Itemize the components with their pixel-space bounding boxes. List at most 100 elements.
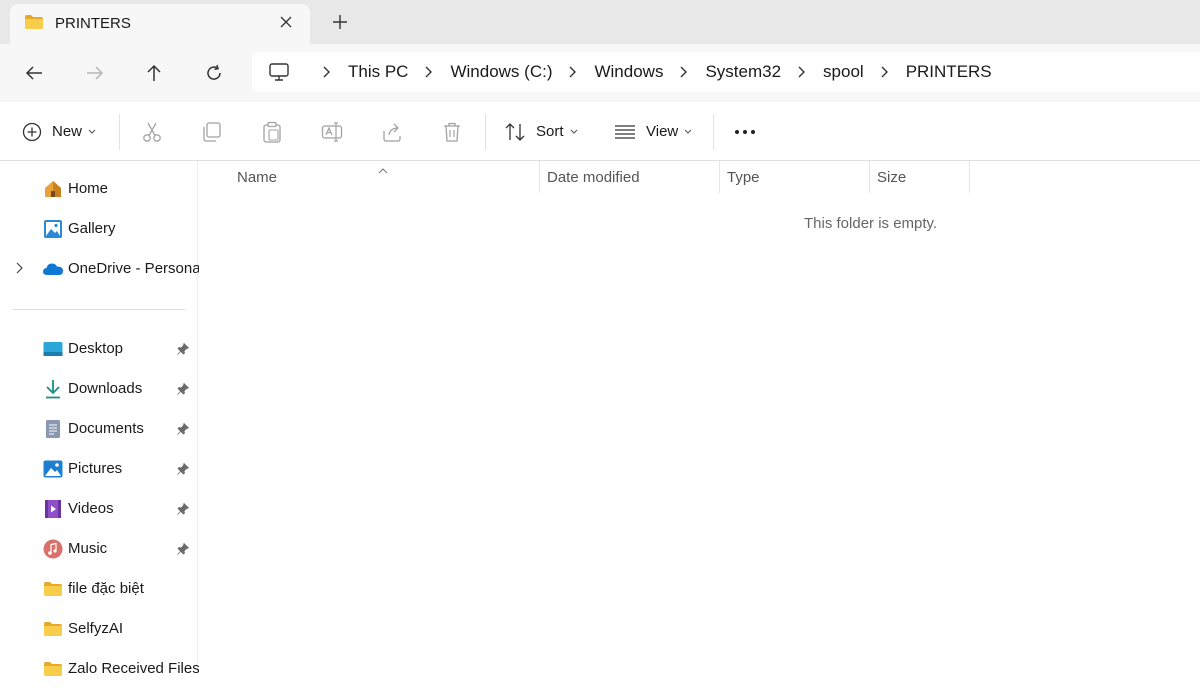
- arrow-up-icon: [147, 64, 161, 81]
- sidebar-item-selfyzai[interactable]: SelfyzAI: [0, 609, 198, 649]
- sidebar-item-gallery[interactable]: Gallery: [0, 209, 198, 249]
- videos-icon: [42, 499, 64, 519]
- rename-button[interactable]: [321, 102, 343, 161]
- arrow-left-icon: [25, 66, 42, 80]
- column-header-date-modified[interactable]: Date modified: [547, 161, 717, 193]
- delete-button[interactable]: [441, 102, 463, 161]
- scissors-icon: [143, 122, 161, 142]
- cut-button[interactable]: [141, 102, 163, 161]
- sort-button[interactable]: Sort: [504, 102, 578, 161]
- rename-icon: [321, 121, 343, 142]
- more-icon: [735, 129, 755, 134]
- chevron-right-icon[interactable]: [416, 66, 442, 78]
- breadcrumb: This PC Windows (C:) Windows System32 sp…: [268, 52, 992, 92]
- column-divider[interactable]: [539, 161, 540, 193]
- folder-icon: [42, 619, 64, 639]
- sidebar-item-home[interactable]: Home: [0, 169, 198, 209]
- sidebar-item-label: SelfyzAI: [68, 620, 124, 637]
- breadcrumb-item-windows[interactable]: Windows: [594, 62, 663, 82]
- column-divider[interactable]: [719, 161, 720, 193]
- tab-title: PRINTERS: [55, 15, 131, 32]
- desktop-icon: [42, 339, 64, 359]
- music-icon: [42, 539, 64, 559]
- forward-button[interactable]: [82, 60, 108, 86]
- new-label: New: [52, 123, 83, 140]
- close-tab-button[interactable]: [276, 12, 296, 32]
- home-icon: [42, 179, 64, 199]
- breadcrumb-item-system32[interactable]: System32: [705, 62, 781, 82]
- share-button[interactable]: [381, 102, 403, 161]
- sidebar-item-label: Downloads: [68, 380, 143, 397]
- chevron-right-icon[interactable]: [789, 66, 815, 78]
- pin-icon[interactable]: [177, 422, 190, 439]
- sidebar-item-pictures[interactable]: Pictures: [0, 449, 198, 489]
- chevron-right-icon[interactable]: [560, 66, 586, 78]
- pin-icon[interactable]: [177, 462, 190, 479]
- sort-icon: [505, 122, 525, 141]
- column-header-type[interactable]: Type: [727, 161, 867, 193]
- pin-icon[interactable]: [177, 502, 190, 519]
- this-pc-icon[interactable]: [268, 61, 290, 83]
- tab-strip: PRINTERS: [0, 0, 1200, 44]
- arrow-right-icon: [87, 66, 104, 80]
- view-button[interactable]: View: [614, 102, 692, 161]
- breadcrumb-item-printers[interactable]: PRINTERS: [906, 62, 992, 82]
- share-icon: [383, 123, 401, 142]
- breadcrumb-item-windows-c[interactable]: Windows (C:): [450, 62, 552, 82]
- refresh-button[interactable]: [201, 60, 227, 86]
- up-button[interactable]: [141, 60, 167, 86]
- column-divider[interactable]: [969, 161, 970, 193]
- sidebar-item-file-dac-biet[interactable]: file đặc biệt: [0, 569, 198, 609]
- pin-icon[interactable]: [177, 342, 190, 359]
- sidebar-item-music[interactable]: Music: [0, 529, 198, 569]
- copy-icon: [203, 121, 221, 142]
- gallery-icon: [42, 219, 64, 239]
- divider: [485, 114, 486, 150]
- sidebar-item-onedrive[interactable]: OneDrive - Persona: [0, 249, 201, 289]
- sidebar-item-documents[interactable]: Documents: [0, 409, 198, 449]
- copy-button[interactable]: [201, 102, 223, 161]
- sort-label: Sort: [536, 123, 564, 140]
- column-divider[interactable]: [869, 161, 870, 193]
- tab-printers[interactable]: PRINTERS: [10, 4, 310, 44]
- plus-icon: [333, 15, 347, 29]
- chevron-right-icon[interactable]: [314, 66, 340, 78]
- sidebar-item-videos[interactable]: Videos: [0, 489, 198, 529]
- breadcrumb-item-this-pc[interactable]: This PC: [348, 62, 408, 82]
- chevron-down-icon: [88, 129, 96, 134]
- navigation-pane: Home Gallery OneDrive - Persona Desktop …: [0, 161, 201, 677]
- sidebar-divider: [13, 309, 185, 310]
- chevron-right-icon[interactable]: [872, 66, 898, 78]
- onedrive-icon: [42, 259, 64, 279]
- new-button[interactable]: New: [22, 102, 96, 161]
- sidebar-item-label: Home: [68, 180, 109, 197]
- chevron-right-icon[interactable]: [16, 261, 24, 278]
- address-bar[interactable]: This PC Windows (C:) Windows System32 sp…: [252, 52, 1200, 92]
- back-button[interactable]: [21, 60, 47, 86]
- paste-button[interactable]: [261, 102, 283, 161]
- column-header-name[interactable]: Name: [237, 161, 537, 193]
- chevron-right-icon[interactable]: [671, 66, 697, 78]
- sidebar-item-downloads[interactable]: Downloads: [0, 369, 198, 409]
- column-label: Type: [727, 168, 760, 186]
- column-header-size[interactable]: Size: [877, 161, 967, 193]
- divider: [713, 114, 714, 150]
- more-options-button[interactable]: [734, 102, 756, 161]
- trash-icon: [444, 122, 460, 142]
- pin-icon[interactable]: [177, 382, 190, 399]
- new-tab-button[interactable]: [328, 10, 352, 34]
- sidebar-item-label: Documents: [68, 420, 144, 437]
- refresh-icon: [207, 64, 221, 80]
- plus-circle-icon: [22, 122, 42, 141]
- command-bar: New Sort View: [0, 102, 1200, 161]
- sidebar-item-desktop[interactable]: Desktop: [0, 329, 198, 369]
- breadcrumb-item-spool[interactable]: spool: [823, 62, 864, 82]
- sidebar-item-label: Pictures: [68, 460, 123, 477]
- sidebar-item-zalo-received-files[interactable]: Zalo Received Files: [0, 649, 200, 689]
- pin-icon[interactable]: [177, 542, 190, 559]
- folder-icon: [24, 14, 44, 34]
- column-label: Size: [877, 168, 907, 186]
- chevron-down-icon: [570, 129, 577, 134]
- file-list: Name Date modified Type Size This folder…: [199, 161, 1200, 675]
- chevron-down-icon: [684, 129, 692, 134]
